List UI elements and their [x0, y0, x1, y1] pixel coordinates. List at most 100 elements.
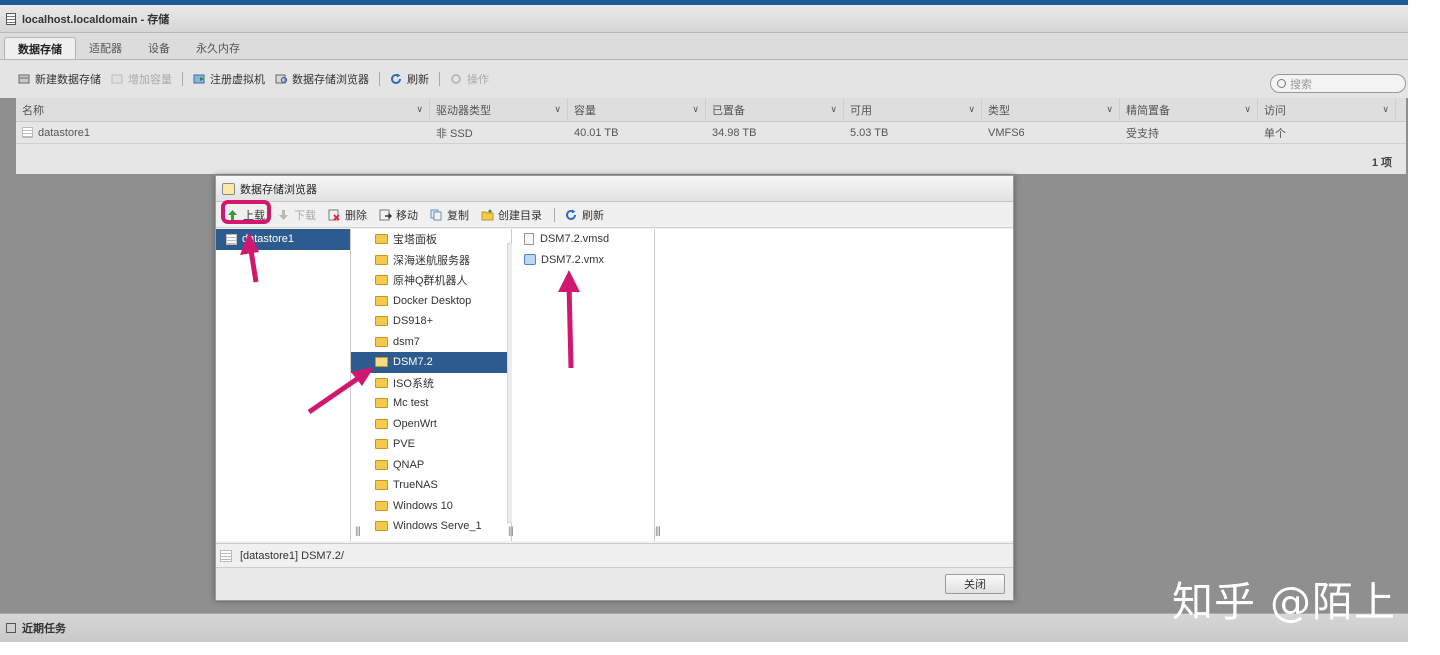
datastore-icon — [22, 127, 33, 138]
column-label: 驱动器类型 — [436, 104, 491, 117]
list-item[interactable]: 原神Q群机器人 — [351, 270, 511, 291]
watermark-text: 知乎 @陌上 — [1172, 578, 1397, 626]
list-item[interactable]: DS918+ — [351, 311, 511, 332]
list-item[interactable]: dsm7 — [351, 332, 511, 353]
resize-grip-icon[interactable]: ||| — [655, 526, 661, 537]
dialog-toolbar: 上载 下载 删除 移动 复制 创建目录 刷新 — [216, 199, 1013, 228]
column-header-type[interactable]: 类型 ∨ — [982, 97, 1120, 122]
folder-icon — [375, 275, 388, 286]
folder-label: dsm7 — [393, 335, 420, 348]
column-header-free[interactable]: 可用 ∨ — [844, 97, 982, 122]
datastore-label: datastore1 — [242, 233, 294, 246]
column-header-capacity[interactable]: 容量 ∨ — [568, 97, 706, 122]
column-header-name[interactable]: 名称 ∨ — [16, 97, 430, 122]
refresh-icon — [391, 73, 401, 84]
tab-datastores[interactable]: 数据存储 — [4, 37, 76, 59]
cell-text[interactable]: datastore1 — [38, 127, 90, 139]
close-button[interactable]: 关闭 — [945, 574, 1005, 594]
increase-capacity-button[interactable]: 增加容量 — [111, 71, 172, 87]
dialog-titlebar: 数据存储浏览器 — [216, 176, 1013, 202]
move-button[interactable]: 移动 — [379, 207, 418, 223]
list-item[interactable]: 深海迷航服务器 — [351, 250, 511, 271]
column-header-provisioned[interactable]: 已置备 ∨ — [706, 97, 844, 122]
datastore-icon — [226, 233, 237, 245]
chevron-down-icon: ∨ — [1244, 103, 1251, 114]
dialog-refresh-button[interactable]: 刷新 — [565, 207, 604, 223]
refresh-button[interactable]: 刷新 — [390, 71, 429, 87]
folder-icon — [375, 418, 388, 429]
folder-label: Windows Serve_1 — [393, 520, 482, 533]
grid-header: 名称 ∨ 驱动器类型 ∨ 容量 ∨ 已置备 ∨ 可用 ∨ 类型 ∨ 精简置备 ∨ 访问 ∨ — [16, 97, 1406, 122]
copy-button[interactable]: 复制 — [430, 207, 469, 223]
create-directory-label: 创建目录 — [498, 209, 542, 222]
datastore-browser-icon — [275, 74, 288, 84]
download-button[interactable]: 下载 — [277, 207, 316, 223]
create-directory-button[interactable]: 创建目录 — [481, 207, 542, 223]
actions-button[interactable]: 操作 — [450, 71, 489, 87]
tab-devices[interactable]: 设备 — [135, 37, 183, 59]
folder-icon — [375, 439, 388, 450]
column-header-access[interactable]: 访问 ∨ — [1258, 97, 1396, 122]
list-item[interactable]: ISO系统 — [351, 373, 511, 394]
dialog-refresh-label: 刷新 — [582, 209, 604, 222]
datastore-browser-icon — [222, 182, 235, 195]
list-item[interactable]: DSM7.2.vmx — [512, 250, 654, 271]
folder-label: DSM7.2 — [393, 356, 433, 369]
column-label: 访问 — [1264, 104, 1286, 117]
folder-label: Docker Desktop — [393, 294, 472, 307]
search-input[interactable]: 搜索 — [1270, 74, 1406, 93]
column-header-drive-type[interactable]: 驱动器类型 ∨ — [430, 97, 568, 122]
list-item[interactable]: Docker Desktop — [351, 291, 511, 312]
toolbar-separator — [439, 72, 440, 86]
file-label: DSM7.2.vmx — [541, 253, 604, 266]
list-item[interactable]: PVE — [351, 434, 511, 455]
folder-label: 宝塔面板 — [393, 234, 437, 247]
move-label: 移动 — [396, 209, 418, 222]
list-item[interactable]: TrueNAS — [351, 475, 511, 496]
chevron-down-icon: ∨ — [416, 103, 423, 114]
folder-label: TrueNAS — [393, 479, 438, 492]
datastore-icon — [220, 549, 232, 562]
list-item[interactable]: Mc test — [351, 393, 511, 414]
toolbar-separator — [182, 72, 183, 86]
cell-provisioned: 34.98 TB — [712, 126, 757, 139]
datastore-browser-button[interactable]: 数据存储浏览器 — [275, 71, 369, 87]
new-datastore-button[interactable]: 新建数据存储 — [18, 71, 101, 87]
page-bottom-strip — [0, 642, 1408, 655]
table-row[interactable]: datastore1 非 SSD 40.01 TB 34.98 TB 5.03 … — [16, 122, 1406, 144]
new-folder-icon — [481, 209, 494, 220]
list-item[interactable]: QNAP — [351, 455, 511, 476]
list-item[interactable]: 宝塔面板 — [351, 229, 511, 250]
list-item[interactable]: Windows Serve_1 — [351, 516, 511, 537]
resize-grip-icon[interactable]: ||| — [508, 526, 514, 537]
datastore-item[interactable]: datastore1 — [216, 229, 350, 250]
column-header-thin-provisioning[interactable]: 精简置备 ∨ — [1120, 97, 1258, 122]
register-vm-button[interactable]: 注册虚拟机 — [193, 71, 265, 87]
file-list-pane: DSM7.2.vmsd DSM7.2.vmx ||| — [508, 229, 655, 541]
resize-grip-icon[interactable]: ||| — [355, 526, 361, 537]
folder-icon — [375, 254, 388, 265]
folder-icon — [375, 459, 388, 470]
column-label: 已置备 — [712, 104, 745, 117]
tab-adapters[interactable]: 适配器 — [76, 37, 135, 59]
folder-icon — [375, 234, 388, 245]
datastore-grid: 名称 ∨ 驱动器类型 ∨ 容量 ∨ 已置备 ∨ 可用 ∨ 类型 ∨ 精简置备 ∨ 访问 ∨ da… — [16, 97, 1406, 174]
window-titlebar: localhost.localdomain - 存储 — [0, 5, 1408, 33]
register-vm-label: 注册虚拟机 — [210, 74, 265, 86]
list-item[interactable]: Windows 10 — [351, 496, 511, 517]
list-item-selected[interactable]: DSM7.2 — [351, 352, 511, 373]
cell-drive-type: 非 SSD — [436, 127, 473, 140]
folder-icon — [375, 377, 388, 388]
folder-label: 原神Q群机器人 — [393, 275, 468, 288]
chevron-down-icon: ∨ — [968, 103, 975, 114]
list-item[interactable]: OpenWrt — [351, 414, 511, 435]
tab-persistent-memory[interactable]: 永久内存 — [183, 37, 253, 59]
list-item[interactable]: DSM7.2.vmsd — [512, 229, 654, 250]
chevron-down-icon: ∨ — [830, 103, 837, 114]
increase-capacity-label: 增加容量 — [128, 74, 172, 86]
delete-icon — [328, 209, 340, 221]
move-icon — [379, 209, 392, 220]
folder-icon — [375, 480, 388, 491]
delete-button[interactable]: 删除 — [328, 207, 367, 223]
upload-button[interactable]: 上载 — [221, 199, 271, 224]
